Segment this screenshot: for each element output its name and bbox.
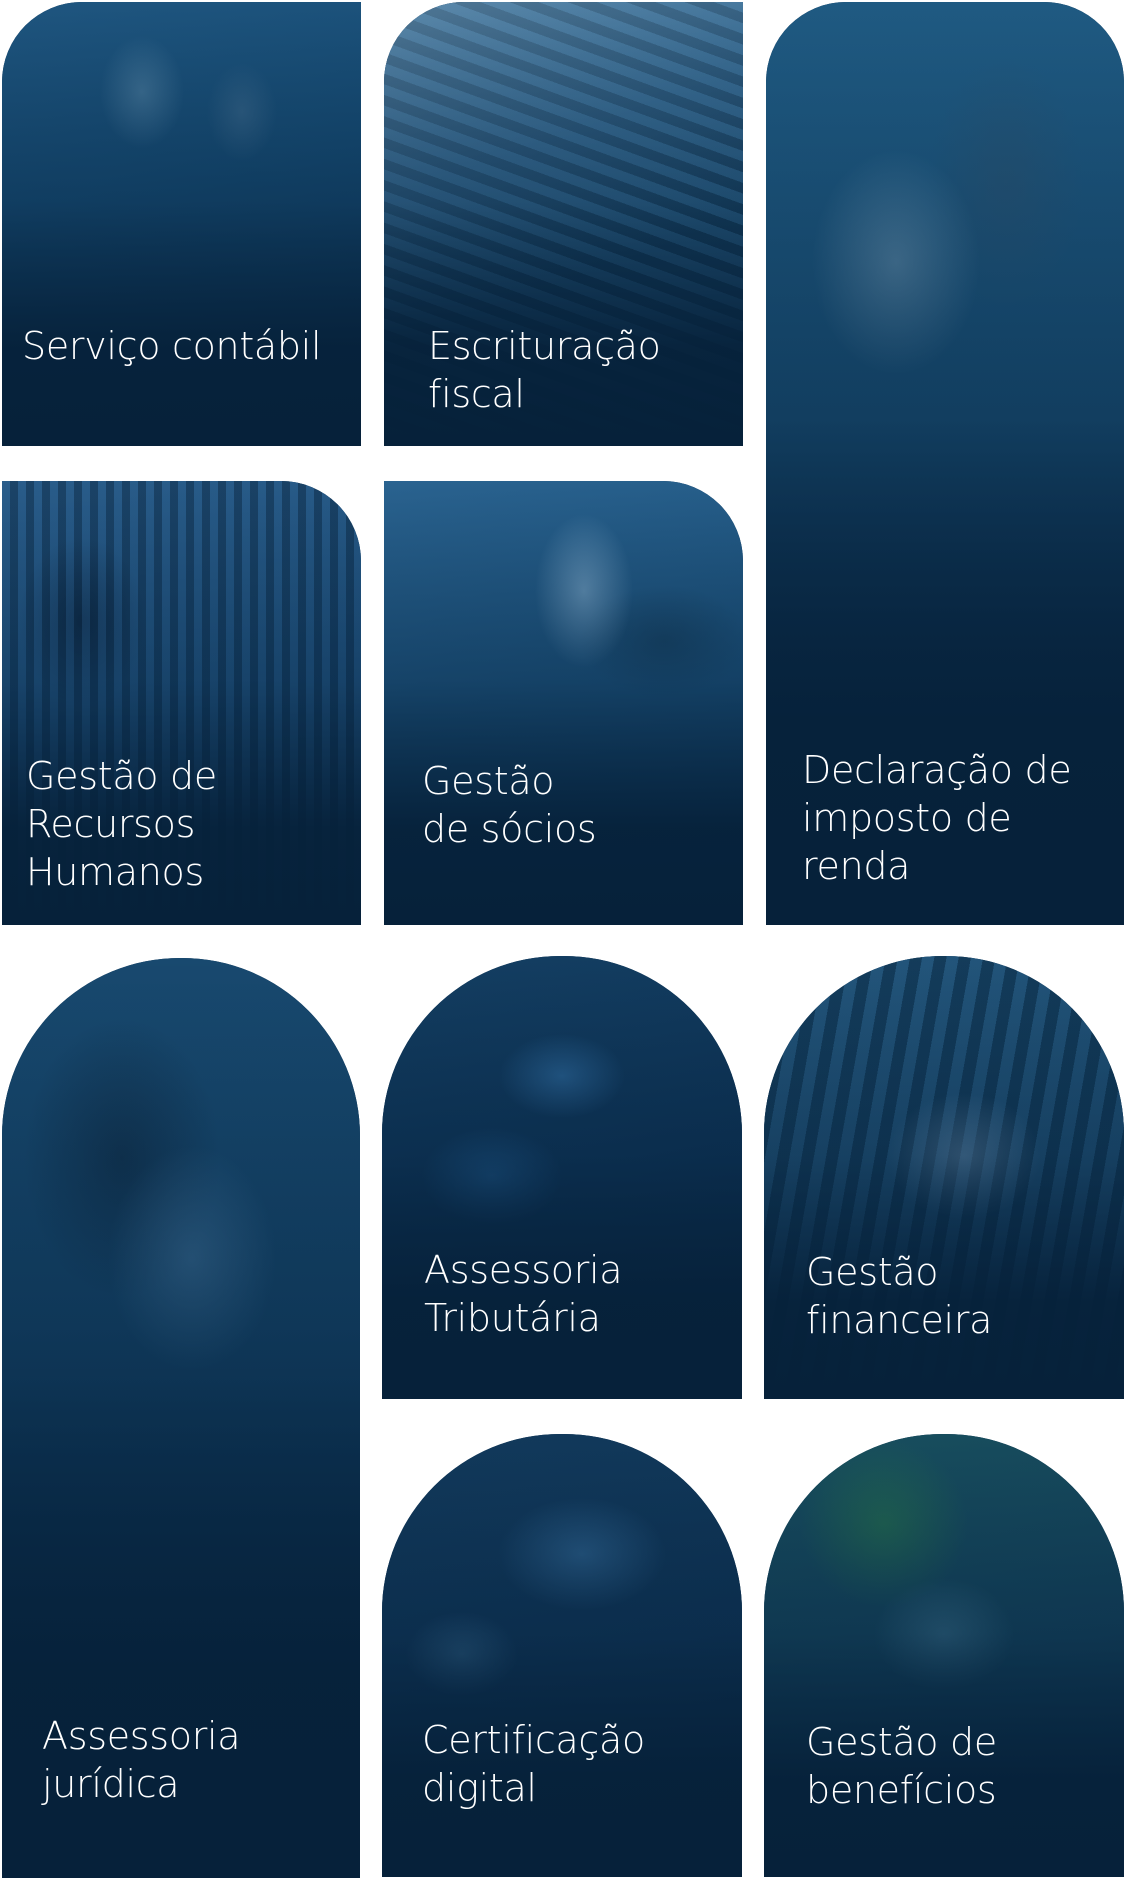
service-card-assessoria-tributaria[interactable]: Assessoria Tributária xyxy=(382,956,742,1399)
service-card-certificacao-digital[interactable]: Certificação digital xyxy=(382,1434,742,1877)
service-card-assessoria-juridica[interactable]: Assessoria jurídica xyxy=(2,958,360,1878)
service-label: Gestão de benefícios xyxy=(806,1720,997,1812)
service-card-escrituracao-fiscal[interactable]: Escrituração fiscal xyxy=(384,2,743,446)
service-label: Declaração de imposto de renda xyxy=(802,748,1072,888)
service-label: Gestão de Recursos Humanos xyxy=(26,754,217,894)
service-card-servico-contabil[interactable]: Serviço contábil xyxy=(2,2,361,446)
service-label: Gestão de sócios xyxy=(422,759,597,851)
service-label: Serviço contábil xyxy=(22,324,322,368)
service-card-gestao-beneficios[interactable]: Gestão de benefícios xyxy=(764,1434,1124,1877)
service-label: Certificação digital xyxy=(422,1718,645,1810)
service-card-gestao-socios[interactable]: Gestão de sócios xyxy=(384,481,743,925)
service-label: Gestão financeira xyxy=(806,1250,993,1342)
service-label: Escrituração fiscal xyxy=(428,324,661,416)
service-label: Assessoria Tributária xyxy=(424,1248,623,1340)
service-card-gestao-recursos-humanos[interactable]: Gestão de Recursos Humanos xyxy=(2,481,361,925)
service-card-gestao-financeira[interactable]: Gestão financeira xyxy=(764,956,1124,1399)
service-label: Assessoria jurídica xyxy=(42,1714,241,1806)
service-card-declaracao-imposto-renda[interactable]: Declaração de imposto de renda xyxy=(766,2,1124,925)
